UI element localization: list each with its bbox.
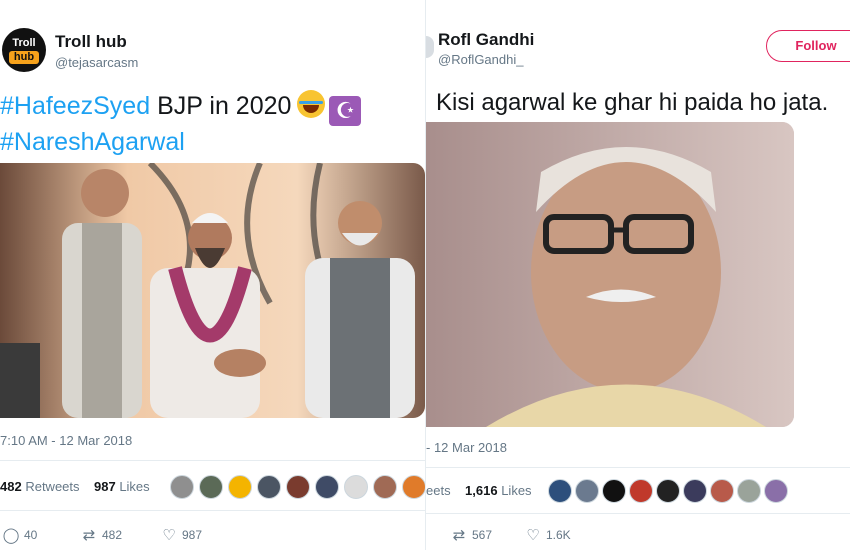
avatar[interactable]	[764, 479, 788, 503]
photo-scene	[426, 122, 794, 427]
reply-button[interactable]: ◯ 40	[2, 526, 38, 544]
avatar[interactable]	[656, 479, 680, 503]
avatar[interactable]	[373, 475, 397, 499]
retweets-label[interactable]: Retweets	[25, 479, 79, 494]
likes-label[interactable]: Likes	[119, 479, 149, 494]
avatar[interactable]	[228, 475, 252, 499]
retweet-count: 482	[102, 528, 123, 542]
retweet-button[interactable]: ⇄ 567	[450, 526, 492, 544]
avatar[interactable]	[683, 479, 707, 503]
tweet-photo[interactable]	[0, 163, 425, 418]
tweet-photo[interactable]	[426, 122, 794, 427]
user-handle[interactable]: @RoflGandhi_	[438, 52, 523, 67]
avatar[interactable]	[548, 479, 572, 503]
hashtag-link[interactable]: #HafeezSyed	[0, 92, 150, 120]
retweet-count: 567	[472, 528, 493, 542]
star-and-crescent-icon: ☪	[329, 96, 362, 126]
like-button[interactable]: ♡ 1.6K	[524, 526, 571, 544]
reply-icon: ◯	[2, 527, 20, 544]
avatar[interactable]	[426, 36, 434, 58]
divider	[426, 467, 850, 468]
likes-label[interactable]: Likes	[501, 483, 531, 498]
avatar[interactable]	[257, 475, 281, 499]
like-count: 1.6K	[546, 528, 571, 542]
liker-avatars	[170, 475, 425, 501]
like-count: 987	[182, 528, 203, 542]
retweet-icon: ⇄	[82, 527, 96, 544]
likes-count[interactable]: 1,616	[465, 483, 498, 498]
user-name[interactable]: Troll hub	[55, 32, 127, 52]
avatar[interactable]	[344, 475, 368, 499]
photo-scene	[0, 163, 425, 418]
avatar[interactable]	[737, 479, 761, 503]
user-handle[interactable]: @tejasarcasm	[55, 55, 138, 70]
avatar[interactable]	[286, 475, 310, 499]
heart-icon: ♡	[162, 527, 176, 544]
avatar[interactable]	[315, 475, 339, 499]
avatar-top-text: Troll	[12, 37, 36, 49]
tweet-actions: ⇄ 567 ♡ 1.6K	[426, 526, 850, 546]
right-tweet: Rofl Gandhi @RoflGandhi_ Follow Kisi aga…	[425, 0, 850, 550]
follow-button[interactable]: Follow	[766, 30, 850, 62]
engagement-stats: eets 1,616 Likes	[426, 483, 532, 498]
retweets-count[interactable]: 482	[0, 479, 22, 494]
retweets-label[interactable]: eets	[426, 483, 451, 498]
left-tweet: Troll hub Troll hub @tejasarcasm #Hafeez…	[0, 0, 425, 550]
avatar[interactable]	[575, 479, 599, 503]
tweet-text: #HafeezSyed BJP in 2020 ☪ #NareshAgarwal	[0, 90, 425, 158]
avatar[interactable]	[170, 475, 194, 499]
engagement-stats: 482 Retweets 987 Likes	[0, 479, 150, 494]
retweet-icon: ⇄	[452, 527, 466, 544]
avatar[interactable]	[629, 479, 653, 503]
tweet-text: Kisi agarwal ke ghar hi paida ho jata.	[436, 89, 829, 116]
tweet-actions: ◯ 40 ⇄ 482 ♡ 987	[0, 526, 425, 546]
divider	[426, 513, 850, 514]
tweet-text-body: BJP in 2020	[157, 92, 292, 120]
avatar[interactable]: Troll hub	[2, 28, 46, 72]
avatar[interactable]	[710, 479, 734, 503]
avatar[interactable]	[402, 475, 425, 499]
divider	[0, 460, 425, 461]
face-with-tears-of-joy-icon	[297, 90, 326, 118]
retweet-button[interactable]: ⇄ 482	[80, 526, 122, 544]
avatar[interactable]	[602, 479, 626, 503]
liker-avatars	[548, 479, 798, 505]
heart-icon: ♡	[526, 527, 540, 544]
hashtag-link[interactable]: #NareshAgarwal	[0, 128, 185, 156]
like-button[interactable]: ♡ 987	[160, 526, 202, 544]
tweet-timestamp[interactable]: - 12 Mar 2018	[426, 440, 507, 455]
avatar-bottom-text: hub	[9, 51, 39, 64]
likes-count[interactable]: 987	[94, 479, 116, 494]
reply-count: 40	[24, 528, 38, 542]
tweet-timestamp[interactable]: 7:10 AM - 12 Mar 2018	[0, 433, 132, 448]
user-name[interactable]: Rofl Gandhi	[438, 30, 534, 50]
divider	[0, 510, 425, 511]
avatar[interactable]	[199, 475, 223, 499]
